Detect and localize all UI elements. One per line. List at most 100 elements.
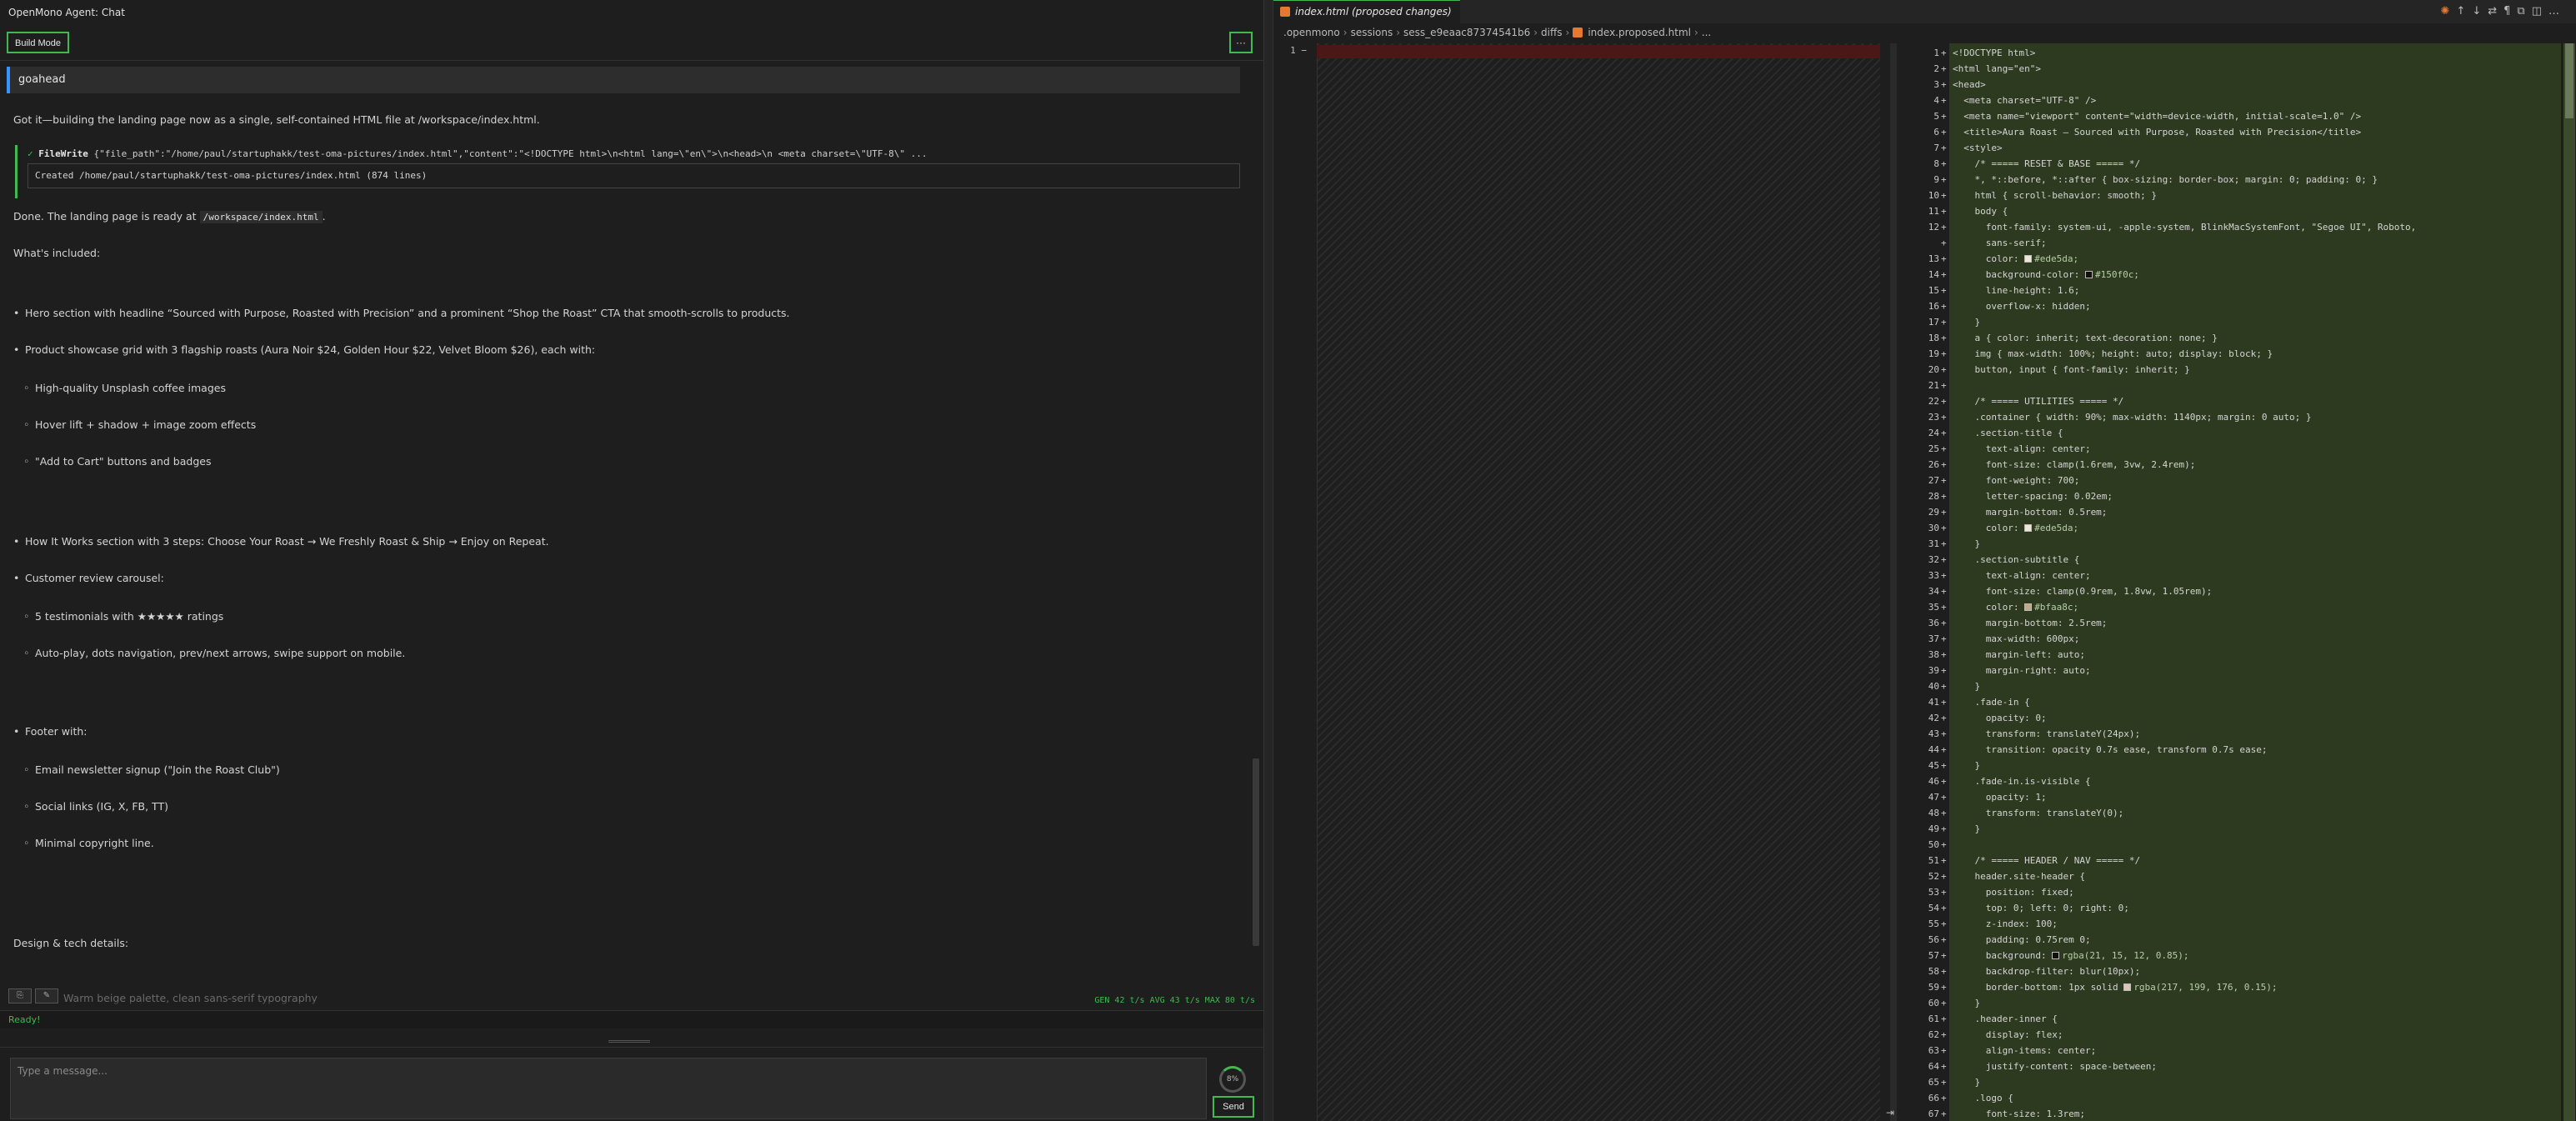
code-text: } bbox=[1953, 760, 1981, 771]
swap-icon[interactable]: ⇄ bbox=[2488, 5, 2503, 18]
code-text: body { bbox=[1953, 206, 2008, 217]
color-swatch-icon[interactable] bbox=[2024, 524, 2033, 532]
added-marker: + bbox=[1941, 298, 1949, 314]
added-marker: + bbox=[1941, 441, 1949, 457]
code-line: 40 + } bbox=[1911, 678, 2561, 694]
breadcrumb-item[interactable]: index.proposed.html bbox=[1588, 27, 1691, 38]
scrollbar-track[interactable] bbox=[2563, 43, 2575, 1121]
copy-icon[interactable]: ⎘ bbox=[8, 988, 32, 1003]
code-text: text-align: center; bbox=[1953, 570, 2091, 581]
arrow-down-icon[interactable]: ↓ bbox=[2472, 5, 2488, 18]
open-file-icon[interactable]: ⧉ bbox=[2517, 5, 2531, 18]
empty-diff-region bbox=[1317, 43, 1880, 1121]
added-marker: + bbox=[1941, 916, 1949, 932]
added-marker: + bbox=[1941, 1011, 1949, 1027]
code-text: sans-serif; bbox=[1953, 238, 2047, 248]
code-text: color: #bfaa8c; bbox=[1953, 602, 2079, 613]
code-text: .section-title { bbox=[1953, 428, 2063, 438]
code-line: 17 + } bbox=[1911, 314, 2561, 330]
color-swatch-icon[interactable] bbox=[2084, 271, 2093, 278]
line-number: 62 bbox=[1911, 1027, 1941, 1043]
code-line: 64 + justify-content: space-between; bbox=[1911, 1058, 2561, 1074]
chat-panel: OpenMono Agent: Chat Build Mode ··· goah… bbox=[0, 0, 1263, 1121]
design-heading: Design & tech details: bbox=[13, 937, 129, 949]
build-mode-button[interactable]: Build Mode bbox=[7, 32, 70, 53]
code-line: 44 + transition: opacity 0.7s ease, trans… bbox=[1911, 742, 2561, 758]
line-number: 17 bbox=[1911, 314, 1941, 330]
send-button[interactable]: Send bbox=[1213, 1096, 1254, 1118]
breadcrumb-item[interactable]: ... bbox=[1702, 27, 1711, 38]
scrollbar[interactable] bbox=[1253, 758, 1259, 946]
chevron-right-icon: › bbox=[1396, 27, 1401, 38]
inline-toggle-icon[interactable]: ¶ bbox=[2503, 5, 2517, 18]
line-number: 27 bbox=[1911, 473, 1941, 488]
code-text: top: 0; left: 0; right: 0; bbox=[1953, 903, 2129, 913]
line-number: 4 bbox=[1911, 93, 1941, 108]
breadcrumb-item[interactable]: sess_e9eaac87374541b6 bbox=[1403, 27, 1530, 38]
modified-pane[interactable]: 1 + <!DOCTYPE html> 2 + <html lang="en"> 3 + <he… bbox=[1911, 43, 2561, 1121]
overview-ruler[interactable] bbox=[1890, 43, 1897, 1121]
revert-arrow-icon[interactable]: ⇥ bbox=[1886, 1107, 1894, 1118]
code-line: 24 + .section-title { bbox=[1911, 425, 2561, 441]
code-line: 67 + font-size: 1.3rem; bbox=[1911, 1106, 2561, 1121]
color-swatch-icon[interactable] bbox=[2052, 952, 2060, 959]
line-number: 30 bbox=[1911, 520, 1941, 536]
color-swatch-icon[interactable] bbox=[2024, 603, 2033, 611]
code-text: justify-content: space-between; bbox=[1953, 1061, 2158, 1072]
code-text: margin-bottom: 0.5rem; bbox=[1953, 507, 2108, 518]
color-swatch-icon[interactable] bbox=[2123, 983, 2132, 991]
added-marker: + bbox=[1941, 821, 1949, 837]
added-marker: + bbox=[1941, 93, 1949, 108]
line-number: 2 bbox=[1911, 61, 1941, 77]
split-editor-icon[interactable]: ◫ bbox=[2532, 5, 2548, 18]
tool-name: FileWrite bbox=[38, 148, 88, 159]
list-item: "Add to Cart" buttons and badges bbox=[23, 455, 211, 468]
done-prefix: Done. The landing page is ready at bbox=[13, 210, 197, 223]
code-line: 38 + margin-left: auto; bbox=[1911, 647, 2561, 663]
code-text: } bbox=[1953, 317, 1981, 328]
added-marker: + bbox=[1941, 1027, 1949, 1043]
line-number: 26 bbox=[1911, 457, 1941, 473]
code-text: .fade-in.is-visible { bbox=[1953, 776, 2091, 787]
panel-splitter[interactable] bbox=[1263, 0, 1273, 1121]
accept-icon[interactable]: ✺ bbox=[2441, 5, 2457, 18]
code-line: 10 + html { scroll-behavior: smooth; } bbox=[1911, 188, 2561, 203]
line-number: 49 bbox=[1911, 821, 1941, 837]
line-number: 6 bbox=[1911, 124, 1941, 140]
tool-call-header[interactable]: ✓ FileWrite {"file_path":"/home/paul/sta… bbox=[28, 148, 928, 159]
breadcrumb-item[interactable]: sessions bbox=[1351, 27, 1393, 38]
code-text: header.site-header { bbox=[1953, 871, 2085, 882]
breadcrumb-item[interactable]: diffs bbox=[1541, 27, 1562, 38]
code-text: <html lang="en"> bbox=[1953, 63, 2041, 74]
tool-call-block[interactable]: ✓ FileWrite {"file_path":"/home/paul/sta… bbox=[15, 145, 1240, 198]
original-pane[interactable]: 1 − bbox=[1273, 43, 1882, 1121]
line-number: 52 bbox=[1911, 868, 1941, 884]
edit-icon[interactable]: ✎ bbox=[35, 988, 58, 1003]
more-actions-icon[interactable]: … bbox=[2548, 5, 2566, 18]
message-list[interactable]: goahead Got it—building the landing page… bbox=[7, 65, 1248, 1007]
code-line: 7 + <style> bbox=[1911, 140, 2561, 156]
added-marker: + bbox=[1941, 678, 1949, 694]
tab-index-html[interactable]: index.html (proposed changes) bbox=[1273, 0, 1460, 23]
more-options-button[interactable]: ··· bbox=[1229, 32, 1253, 53]
token-stats: GEN 42 t/s AVG 43 t/s MAX 80 t/s bbox=[1094, 996, 1255, 1005]
added-marker: + bbox=[1941, 156, 1949, 172]
code-line: 65 + } bbox=[1911, 1074, 2561, 1090]
arrow-up-icon[interactable]: ↑ bbox=[2456, 5, 2472, 18]
added-marker: + bbox=[1941, 599, 1949, 615]
scrollbar-thumb[interactable] bbox=[2565, 43, 2573, 118]
code-line: 54 + top: 0; left: 0; right: 0; bbox=[1911, 900, 2561, 916]
breadcrumb-item[interactable]: .openmono bbox=[1283, 27, 1340, 38]
code-line: 48 + transform: translateY(0); bbox=[1911, 805, 2561, 821]
divider bbox=[0, 60, 1263, 61]
code-line: 27 + font-weight: 700; bbox=[1911, 473, 2561, 488]
resize-handle[interactable] bbox=[608, 1040, 650, 1043]
code-text: margin-bottom: 2.5rem; bbox=[1953, 618, 2108, 628]
code-line: 50 + bbox=[1911, 837, 2561, 853]
code-line: 58 + backdrop-filter: blur(10px); bbox=[1911, 963, 2561, 979]
color-swatch-icon[interactable] bbox=[2024, 255, 2033, 263]
message-input[interactable] bbox=[10, 1058, 1207, 1119]
line-number: 32 bbox=[1911, 552, 1941, 568]
inline-code-path: /workspace/index.html bbox=[199, 211, 323, 223]
